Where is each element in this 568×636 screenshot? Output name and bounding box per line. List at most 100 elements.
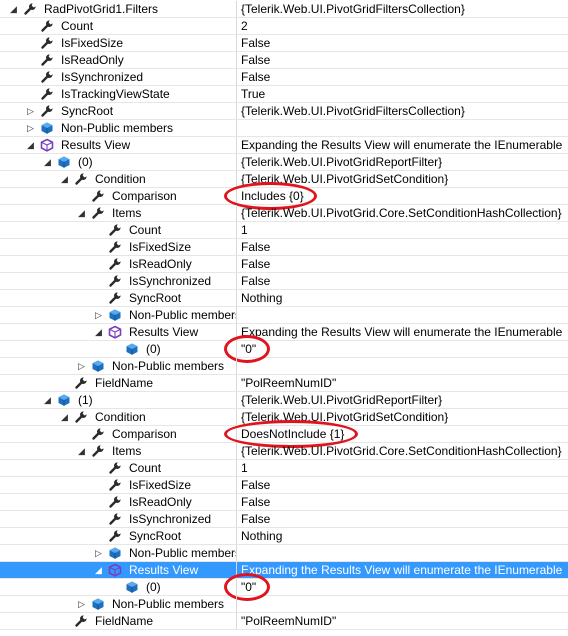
expand-toggle-collapsed-icon[interactable]: ▷ [77, 599, 86, 609]
tree-row-value[interactable]: False [241, 478, 270, 493]
tree-row-value[interactable]: Nothing [241, 529, 282, 544]
expand-toggle-expanded-icon[interactable]: ◢ [26, 140, 35, 150]
tree-row[interactable]: IsTrackingViewState True [0, 86, 568, 103]
expand-toggle-expanded-icon[interactable]: ◢ [60, 174, 69, 184]
tree-row[interactable]: (0) "0" [0, 579, 568, 596]
column-divider [236, 341, 237, 357]
tree-row-value[interactable]: "PolReemNumID" [241, 614, 336, 629]
tree-row-label: Comparison [112, 427, 177, 441]
tree-row-value[interactable]: "PolReemNumID" [241, 376, 336, 391]
expand-toggle-expanded-icon[interactable]: ◢ [43, 157, 52, 167]
tree-row-value[interactable]: Expanding the Results View will enumerat… [241, 138, 562, 153]
tree-row[interactable]: IsFixedSize False [0, 239, 568, 256]
tree-row-name-cell: ◢ Items [0, 205, 236, 221]
tree-row[interactable]: Comparison Includes {0} [0, 188, 568, 205]
field-icon [108, 546, 122, 560]
tree-row[interactable]: IsSynchronized False [0, 511, 568, 528]
tree-row-value[interactable]: False [241, 512, 270, 527]
tree-row-value[interactable]: {Telerik.Web.UI.PivotGridFiltersCollecti… [241, 104, 465, 119]
expand-toggle-expanded-icon[interactable]: ◢ [94, 565, 103, 575]
tree-row-value[interactable]: {Telerik.Web.UI.PivotGridReportFilter} [241, 393, 442, 408]
tree-row[interactable]: Count 1 [0, 460, 568, 477]
tree-row[interactable]: SyncRoot Nothing [0, 290, 568, 307]
tree-row[interactable]: ▷ SyncRoot {Telerik.Web.UI.PivotGridFilter… [0, 103, 568, 120]
tree-row[interactable]: Count 2 [0, 18, 568, 35]
tree-row-value[interactable]: False [241, 240, 270, 255]
column-divider [236, 494, 237, 510]
field-icon [91, 359, 105, 373]
tree-row-value[interactable]: Expanding the Results View will enumerat… [241, 325, 562, 340]
expand-toggle-expanded-icon[interactable]: ◢ [60, 412, 69, 422]
tree-row-value[interactable]: 2 [241, 19, 248, 34]
tree-row[interactable]: ◢ Results View Expanding the Results View … [0, 324, 568, 341]
tree-row-value[interactable]: Nothing [241, 291, 282, 306]
tree-row[interactable]: ▷ Non-Public members [0, 545, 568, 562]
tree-row-value[interactable]: False [241, 495, 270, 510]
tree-row-name-cell: IsSynchronized [0, 273, 236, 289]
tree-row-label: (0) [146, 342, 161, 356]
tree-row-label: IsFixedSize [129, 478, 192, 492]
tree-row[interactable]: ◢ RadPivotGrid1.Filters {Telerik.Web.UI.Pi… [0, 1, 568, 18]
tree-row-value[interactable]: Includes {0} [241, 189, 304, 204]
expand-toggle-collapsed-icon[interactable]: ▷ [94, 548, 103, 558]
tree-row[interactable]: FieldName "PolReemNumID" [0, 613, 568, 630]
tree-row[interactable]: ◢ Condition {Telerik.Web.UI.PivotGridSetCo… [0, 409, 568, 426]
expand-toggle-collapsed-icon[interactable]: ▷ [26, 106, 35, 116]
tree-row-value[interactable]: {Telerik.Web.UI.PivotGridSetCondition} [241, 172, 448, 187]
expand-toggle-expanded-icon[interactable]: ◢ [77, 208, 86, 218]
tree-row[interactable]: ◢ Condition {Telerik.Web.UI.PivotGridSetCo… [0, 171, 568, 188]
tree-row[interactable]: IsReadOnly False [0, 256, 568, 273]
tree-row[interactable]: SyncRoot Nothing [0, 528, 568, 545]
tree-row[interactable]: ▷ Non-Public members [0, 358, 568, 375]
tree-row-value[interactable]: "0" [241, 342, 256, 357]
column-divider [236, 596, 237, 612]
tree-row-value[interactable]: False [241, 274, 270, 289]
tree-row-value[interactable]: {Telerik.Web.UI.PivotGridReportFilter} [241, 155, 442, 170]
tree-row[interactable]: ▷ Non-Public members [0, 120, 568, 137]
tree-row-value[interactable]: True [241, 87, 265, 102]
tree-row-value[interactable]: {Telerik.Web.UI.PivotGrid.Core.SetCondit… [241, 444, 562, 459]
column-divider [236, 239, 237, 255]
tree-row-label: Results View [129, 563, 199, 577]
tree-row[interactable]: IsReadOnly False [0, 494, 568, 511]
tree-row-value[interactable]: 1 [241, 223, 248, 238]
tree-row[interactable]: IsSynchronized False [0, 273, 568, 290]
tree-row-value[interactable]: {Telerik.Web.UI.PivotGridFiltersCollecti… [241, 2, 465, 17]
field-icon [125, 580, 139, 594]
tree-row-value[interactable]: False [241, 53, 270, 68]
tree-row[interactable]: ▷ Non-Public members [0, 596, 568, 613]
tree-row[interactable]: IsFixedSize False [0, 35, 568, 52]
tree-row-value[interactable]: 1 [241, 461, 248, 476]
tree-row-name-cell: IsTrackingViewState [0, 86, 236, 102]
tree-row-value[interactable]: {Telerik.Web.UI.PivotGrid.Core.SetCondit… [241, 206, 562, 221]
tree-row-value[interactable]: False [241, 70, 270, 85]
tree-row[interactable]: FieldName "PolReemNumID" [0, 375, 568, 392]
tree-row[interactable]: Comparison DoesNotInclude {1} [0, 426, 568, 443]
tree-row[interactable]: ◢ (1) {Telerik.Web.UI.PivotGridReportFilte… [0, 392, 568, 409]
tree-row[interactable]: ◢ Results View Expanding the Results View … [0, 137, 568, 154]
tree-row[interactable]: IsFixedSize False [0, 477, 568, 494]
tree-row[interactable]: ◢ Results View Expanding the Results View … [0, 562, 568, 579]
tree-row-value[interactable]: "0" [241, 580, 256, 595]
expand-toggle-expanded-icon[interactable]: ◢ [94, 327, 103, 337]
tree-row[interactable]: Count 1 [0, 222, 568, 239]
tree-row[interactable]: ◢ (0) {Telerik.Web.UI.PivotGridReportFilte… [0, 154, 568, 171]
field-icon [108, 308, 122, 322]
expand-toggle-collapsed-icon[interactable]: ▷ [94, 310, 103, 320]
tree-row-value[interactable]: False [241, 36, 270, 51]
tree-row[interactable]: ◢ Items {Telerik.Web.UI.PivotGrid.Core.Set… [0, 443, 568, 460]
tree-row[interactable]: ▷ Non-Public members [0, 307, 568, 324]
tree-row-value[interactable]: DoesNotInclude {1} [241, 427, 344, 442]
tree-row-value[interactable]: {Telerik.Web.UI.PivotGridSetCondition} [241, 410, 448, 425]
tree-row-value[interactable]: Expanding the Results View will enumerat… [241, 563, 562, 578]
expand-toggle-expanded-icon[interactable]: ◢ [43, 395, 52, 405]
tree-row-value[interactable]: False [241, 257, 270, 272]
tree-row[interactable]: (0) "0" [0, 341, 568, 358]
tree-row[interactable]: IsReadOnly False [0, 52, 568, 69]
expand-toggle-collapsed-icon[interactable]: ▷ [26, 123, 35, 133]
tree-row[interactable]: IsSynchronized False [0, 69, 568, 86]
expand-toggle-expanded-icon[interactable]: ◢ [77, 446, 86, 456]
expand-toggle-expanded-icon[interactable]: ◢ [9, 4, 18, 14]
expand-toggle-collapsed-icon[interactable]: ▷ [77, 361, 86, 371]
tree-row[interactable]: ◢ Items {Telerik.Web.UI.PivotGrid.Core.Set… [0, 205, 568, 222]
